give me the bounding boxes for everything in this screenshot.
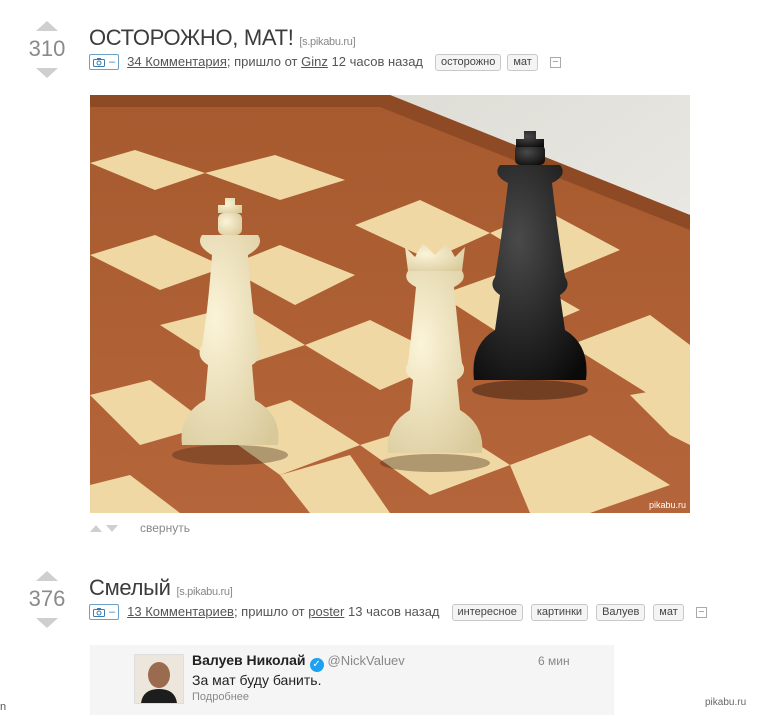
- tweet-more-link[interactable]: Подробнее: [192, 691, 249, 703]
- post1-time: 12 часов назад: [331, 54, 424, 69]
- post1-score: 310: [28, 36, 66, 61]
- chess-photo: pikabu.ru: [90, 95, 690, 513]
- post1-tag[interactable]: осторожно: [435, 53, 502, 71]
- tweet-author-name[interactable]: Валуев Николай: [192, 652, 306, 668]
- camera-minus: –: [109, 56, 116, 68]
- post2-tag[interactable]: картинки: [530, 603, 589, 621]
- save-icon[interactable]: [695, 606, 707, 618]
- camera-icon: [93, 57, 105, 67]
- post2-meta: – 13 Комментариев ; пришло от poster 13 …: [89, 603, 707, 621]
- avatar: [134, 654, 184, 704]
- camera-icon: [93, 607, 105, 617]
- post2-score: 376: [28, 586, 66, 611]
- post1-source[interactable]: [s.pikabu.ru]: [299, 36, 355, 48]
- tweet-handle[interactable]: @NickValuev: [328, 653, 405, 668]
- edge-fragment: n: [0, 701, 7, 713]
- post1-meta: – 34 Комментария ; пришло от Ginz 12 час…: [89, 53, 561, 71]
- camera-toggle[interactable]: –: [89, 54, 120, 70]
- tweet-time: 6 мин: [538, 654, 570, 668]
- post1-vote: 310: [27, 21, 67, 78]
- collapse-link[interactable]: свернуть: [140, 521, 190, 535]
- post2-time: 13 часов назад: [348, 604, 440, 619]
- post1-author-link[interactable]: Ginz: [301, 53, 328, 71]
- downvote-icon[interactable]: [36, 68, 58, 78]
- post1-image: pikabu.ru: [90, 95, 690, 513]
- post1-came-from: ; пришло от: [226, 54, 298, 69]
- tweet-text: За мат буду банить.: [192, 672, 322, 688]
- post2-tag[interactable]: интересное: [451, 603, 523, 621]
- downvote-icon[interactable]: [36, 618, 58, 628]
- avatar-photo: [135, 655, 183, 703]
- verified-icon: ✓: [309, 658, 324, 672]
- tweet-card: Валуев Николай ✓ @NickValuev 6 мин За мат …: [90, 645, 614, 715]
- post2-author-link[interactable]: poster: [308, 603, 344, 621]
- post2-tag[interactable]: мат: [653, 603, 684, 621]
- camera-toggle[interactable]: –: [89, 604, 120, 620]
- post1-comments-link[interactable]: 34 Комментария: [127, 53, 227, 71]
- post1-title-row: ОСТОРОЖНО, МАТ! [s.pikabu.ru]: [89, 25, 356, 55]
- post2-source[interactable]: [s.pikabu.ru]: [176, 586, 232, 598]
- post2-title[interactable]: Смелый: [89, 575, 171, 600]
- mini-downvote-icon[interactable]: [106, 524, 118, 532]
- post2-title-row: Смелый [s.pikabu.ru]: [89, 575, 233, 605]
- post2-comments-link[interactable]: 13 Комментариев: [127, 603, 234, 621]
- post1-bottom-bar: свернуть: [90, 521, 190, 535]
- footer-watermark: pikabu.ru: [705, 697, 747, 708]
- save-icon[interactable]: [549, 56, 561, 68]
- upvote-icon[interactable]: [36, 21, 58, 31]
- tweet-header: Валуев Николай ✓ @NickValuev: [192, 652, 405, 672]
- upvote-icon[interactable]: [36, 571, 58, 581]
- post2-vote: 376: [27, 571, 67, 628]
- post2-came-from: ; пришло от: [233, 604, 305, 619]
- camera-minus: –: [109, 606, 116, 618]
- post2-tag[interactable]: Валуев: [596, 603, 646, 621]
- mini-upvote-icon[interactable]: [90, 524, 102, 532]
- post1-tag[interactable]: мат: [507, 53, 538, 71]
- post1-title[interactable]: ОСТОРОЖНО, МАТ!: [89, 25, 294, 50]
- image-watermark: pikabu.ru: [649, 500, 686, 510]
